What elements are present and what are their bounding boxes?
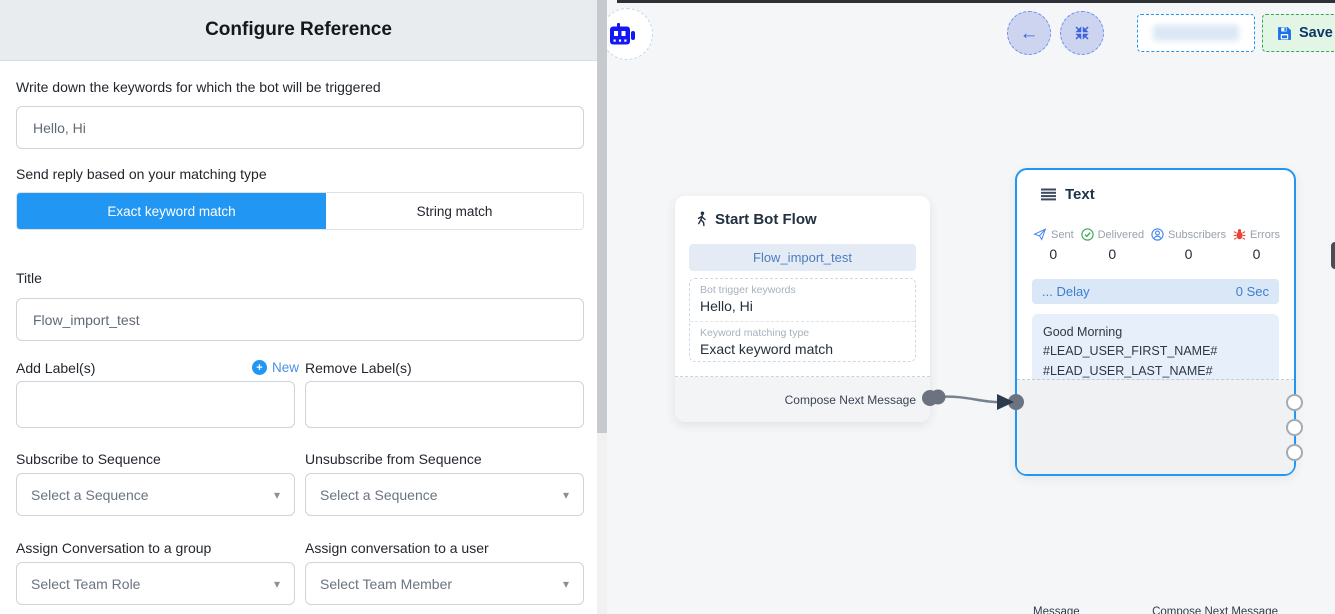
hamburger-icon xyxy=(1041,188,1057,201)
bot-badge[interactable] xyxy=(607,8,653,60)
subscribe-sequence-label: Subscribe to Sequence xyxy=(16,451,161,467)
chevron-down-icon: ▾ xyxy=(563,577,569,591)
remove-labels-input[interactable] xyxy=(305,381,584,428)
add-buttons-port[interactable] xyxy=(1286,419,1303,436)
compose-next-message-port[interactable] xyxy=(1286,394,1303,411)
blurred-label xyxy=(1153,25,1239,41)
subscribe-sequence-value: Select a Sequence xyxy=(31,487,149,503)
keywords-input[interactable] xyxy=(16,106,584,149)
keywords-label: Write down the keywords for which the bo… xyxy=(16,79,381,95)
assign-user-select[interactable]: Select Team Member ▾ xyxy=(305,562,584,605)
start-bot-flow-node[interactable]: Start Bot Flow Flow_import_test Bot trig… xyxy=(675,196,930,422)
keyboard-button-port[interactable] xyxy=(1286,444,1303,461)
new-label-text: New xyxy=(272,360,299,375)
save-floppy-icon xyxy=(1277,26,1292,41)
message-input-label: Message xyxy=(1033,606,1080,614)
text-node-footer: Message Compose Next Message Add Buttons… xyxy=(1017,380,1294,474)
stat-delivered: Delivered 0 xyxy=(1081,228,1144,262)
compress-icon xyxy=(1074,25,1090,41)
trigger-settings-box[interactable]: Bot trigger keywords Hello, Hi Keyword m… xyxy=(689,278,916,362)
stat-sent: Sent 0 xyxy=(1033,228,1074,262)
start-node-title-text: Start Bot Flow xyxy=(715,211,817,228)
panel-scrollbar[interactable] xyxy=(597,0,607,614)
page-title: Configure Reference xyxy=(205,19,392,41)
start-node-footer: Compose Next Message xyxy=(675,377,930,422)
delay-value: 0 Sec xyxy=(1236,284,1269,299)
add-labels-input[interactable] xyxy=(16,381,295,428)
walking-person-icon xyxy=(695,211,708,228)
delay-row[interactable]: ... Delay 0 Sec xyxy=(1032,279,1279,304)
sent-plane-icon xyxy=(1033,228,1047,241)
save-button[interactable]: Save xyxy=(1262,14,1335,52)
subscribers-person-icon xyxy=(1151,228,1164,241)
text-node[interactable]: Text Sent 0 xyxy=(1015,168,1296,476)
save-label: Save xyxy=(1299,25,1333,41)
fit-view-button[interactable] xyxy=(1060,11,1104,55)
panel-scrollbar-thumb[interactable] xyxy=(597,0,607,433)
new-label-button[interactable]: + New xyxy=(252,360,299,375)
stat-subscribers: Subscribers 0 xyxy=(1151,228,1226,262)
subscribe-sequence-select[interactable]: Select a Sequence ▾ xyxy=(16,473,295,516)
text-node-title-text: Text xyxy=(1065,186,1095,203)
trigger-keywords-field: Bot trigger keywords Hello, Hi xyxy=(690,279,915,321)
stat-errors-value: 0 xyxy=(1253,246,1261,262)
assign-group-select[interactable]: Select Team Role ▾ xyxy=(16,562,295,605)
configure-panel: Configure Reference Write down the keywo… xyxy=(0,0,597,614)
back-arrow-icon: ← xyxy=(1020,24,1039,43)
stat-sent-value: 0 xyxy=(1049,246,1057,262)
start-node-output-port[interactable] xyxy=(922,390,938,406)
matching-type-label: Send reply based on your matching type xyxy=(16,166,267,182)
trigger-keywords-label: Bot trigger keywords xyxy=(700,284,905,296)
stat-delivered-label: Delivered xyxy=(1098,229,1144,241)
stat-subscribers-value: 0 xyxy=(1185,246,1193,262)
flow-canvas[interactable]: ← Save xyxy=(607,0,1335,614)
stat-subscribers-label: Subscribers xyxy=(1168,229,1226,241)
matching-type-field-value: Exact keyword match xyxy=(700,341,905,357)
start-node-title: Start Bot Flow xyxy=(695,211,817,228)
errors-bug-icon xyxy=(1233,228,1246,241)
chevron-down-icon: ▾ xyxy=(274,577,280,591)
tab-exact-keyword-match[interactable]: Exact keyword match xyxy=(17,193,326,229)
canvas-right-handle[interactable] xyxy=(1331,242,1335,269)
unsubscribe-sequence-select[interactable]: Select a Sequence ▾ xyxy=(305,473,584,516)
assign-user-value: Select Team Member xyxy=(320,576,452,592)
remove-labels-label: Remove Label(s) xyxy=(305,360,412,376)
tab-string-match[interactable]: String match xyxy=(326,193,583,229)
matching-type-tabs: Exact keyword match String match xyxy=(16,192,584,230)
assign-group-label: Assign Conversation to a group xyxy=(16,540,211,556)
robot-icon xyxy=(609,23,639,49)
stat-errors: Errors 0 xyxy=(1233,228,1280,262)
delivered-check-icon xyxy=(1081,228,1094,241)
stat-sent-label: Sent xyxy=(1051,229,1074,241)
assign-group-value: Select Team Role xyxy=(31,576,140,592)
plus-icon: + xyxy=(252,360,267,375)
compose-next-message-output-label: Compose Next Message xyxy=(1152,606,1278,614)
matching-type-field: Keyword matching type Exact keyword matc… xyxy=(690,321,915,362)
unsubscribe-sequence-value: Select a Sequence xyxy=(320,487,438,503)
chevron-down-icon: ▾ xyxy=(563,488,569,502)
delay-label: ... Delay xyxy=(1042,284,1090,299)
trigger-keywords-value: Hello, Hi xyxy=(700,298,905,314)
panel-header: Configure Reference xyxy=(0,0,597,61)
stat-errors-label: Errors xyxy=(1250,229,1280,241)
matching-type-field-label: Keyword matching type xyxy=(700,327,905,339)
back-button[interactable]: ← xyxy=(1007,11,1051,55)
compose-next-message-label: Compose Next Message xyxy=(785,393,916,407)
assign-user-label: Assign conversation to a user xyxy=(305,540,489,556)
chevron-down-icon: ▾ xyxy=(274,488,280,502)
title-label: Title xyxy=(16,270,42,286)
stat-delivered-value: 0 xyxy=(1108,246,1116,262)
flow-builder-app: Configure Reference Write down the keywo… xyxy=(0,0,1335,614)
stats-row: Sent 0 Delivered 0 xyxy=(1033,228,1280,262)
dashed-outline-button[interactable] xyxy=(1137,14,1255,52)
canvas-top-border xyxy=(617,0,1335,3)
flow-name-chip[interactable]: Flow_import_test xyxy=(689,244,916,271)
title-input[interactable] xyxy=(16,298,584,341)
text-node-title: Text xyxy=(1041,186,1095,203)
unsubscribe-sequence-label: Unsubscribe from Sequence xyxy=(305,451,482,467)
add-labels-label: Add Label(s) xyxy=(16,360,95,376)
